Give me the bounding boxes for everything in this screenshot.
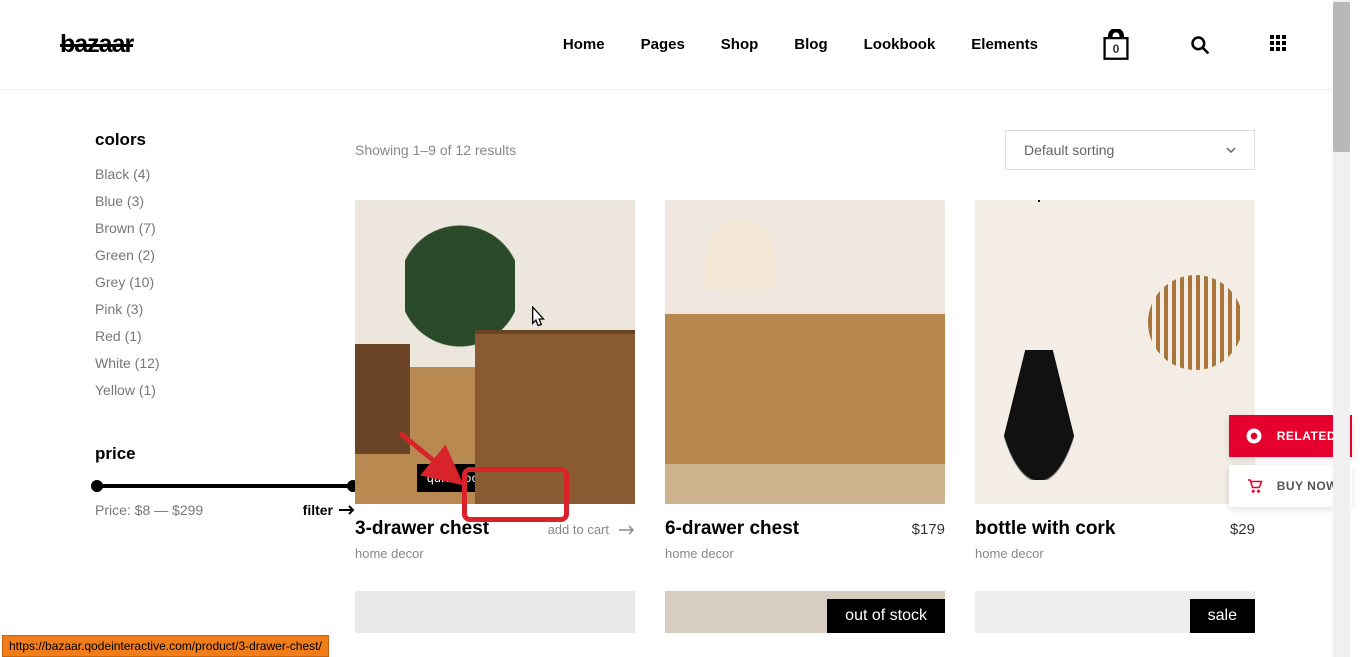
sale-badge: sale — [1190, 599, 1255, 633]
results-text: Showing 1–9 of 12 results — [355, 142, 516, 158]
buy-now-label: BUY NOW — [1277, 479, 1338, 493]
add-to-cart-button[interactable]: add to cart — [548, 522, 635, 537]
product-price: $179 — [912, 521, 945, 538]
color-filter[interactable]: Green (2) — [95, 247, 355, 263]
wishlist-icon[interactable]: ♡ — [562, 470, 575, 488]
main-nav: Home Pages Shop Blog Lookbook Elements 0 — [563, 29, 1290, 61]
product-category[interactable]: home decor — [975, 546, 1255, 561]
nav-blog[interactable]: Blog — [794, 36, 827, 53]
product-image[interactable]: quick look ♡ — [355, 200, 635, 504]
color-filter[interactable]: Grey (10) — [95, 274, 355, 290]
scrollbar-thumb[interactable] — [1333, 2, 1350, 152]
colors-title: colors — [95, 130, 355, 150]
color-filter[interactable]: Pink (3) — [95, 301, 355, 317]
sort-label: Default sorting — [1024, 142, 1114, 158]
product-image[interactable]: sale — [975, 591, 1255, 633]
price-title: price — [95, 444, 355, 464]
colors-list: Black (4) Blue (3) Brown (7) Green (2) G… — [95, 166, 355, 398]
product-card[interactable]: sale — [975, 591, 1255, 633]
qode-icon — [1243, 425, 1265, 447]
product-category[interactable]: home decor — [355, 546, 635, 561]
product-price: $29 — [1230, 521, 1255, 538]
sort-dropdown[interactable]: Default sorting — [1005, 130, 1255, 170]
product-card[interactable]: bottle with cork $29 home decor — [975, 200, 1255, 561]
product-card[interactable]: quick look ♡ 3-drawer chest add to cart … — [355, 200, 635, 561]
product-name[interactable]: 6-drawer chest — [665, 518, 799, 540]
search-icon[interactable] — [1190, 35, 1210, 55]
quick-look-button[interactable]: quick look — [417, 464, 495, 492]
product-name[interactable]: 3-drawer chest — [355, 518, 489, 540]
product-card[interactable]: out of stock — [665, 591, 945, 633]
color-filter[interactable]: Blue (3) — [95, 193, 355, 209]
filter-button[interactable]: filter — [303, 502, 355, 518]
color-filter[interactable]: White (12) — [95, 355, 355, 371]
product-image[interactable]: out of stock — [665, 591, 945, 633]
color-filter[interactable]: Black (4) — [95, 166, 355, 182]
cart-count: 0 — [1113, 42, 1120, 56]
color-filter[interactable]: Red (1) — [95, 328, 355, 344]
related-label: RELATED — [1277, 429, 1336, 443]
color-filter[interactable]: Yellow (1) — [95, 382, 355, 398]
product-name[interactable]: bottle with cork — [975, 518, 1115, 540]
cart-icon[interactable]: 0 — [1102, 29, 1130, 61]
product-image[interactable] — [355, 591, 635, 633]
logo[interactable]: bazaar — [60, 30, 133, 59]
nav-home[interactable]: Home — [563, 36, 605, 53]
nav-lookbook[interactable]: Lookbook — [864, 36, 936, 53]
menu-grid-icon[interactable] — [1270, 35, 1290, 55]
product-card[interactable] — [355, 591, 635, 633]
out-of-stock-badge: out of stock — [827, 599, 945, 633]
nav-pages[interactable]: Pages — [641, 36, 685, 53]
product-image[interactable] — [975, 200, 1255, 504]
nav-shop[interactable]: Shop — [721, 36, 759, 53]
slider-handle-min[interactable] — [91, 480, 103, 492]
chevron-down-icon — [1226, 147, 1236, 153]
color-filter[interactable]: Brown (7) — [95, 220, 355, 236]
browser-status-bar: https://bazaar.qodeinteractive.com/produ… — [2, 635, 329, 657]
content: Showing 1–9 of 12 results Default sortin… — [355, 130, 1255, 633]
price-slider[interactable] — [95, 484, 355, 488]
product-category[interactable]: home decor — [665, 546, 945, 561]
scrollbar[interactable] — [1333, 0, 1350, 657]
cart-icon — [1243, 475, 1265, 497]
nav-elements[interactable]: Elements — [971, 36, 1038, 53]
header: bazaar Home Pages Shop Blog Lookbook Ele… — [0, 0, 1350, 90]
product-image[interactable] — [665, 200, 945, 504]
sidebar: colors Black (4) Blue (3) Brown (7) Gree… — [95, 130, 355, 633]
product-card[interactable]: 6-drawer chest $179 home decor — [665, 200, 945, 561]
price-range-text: Price: $8 — $299 — [95, 502, 203, 518]
